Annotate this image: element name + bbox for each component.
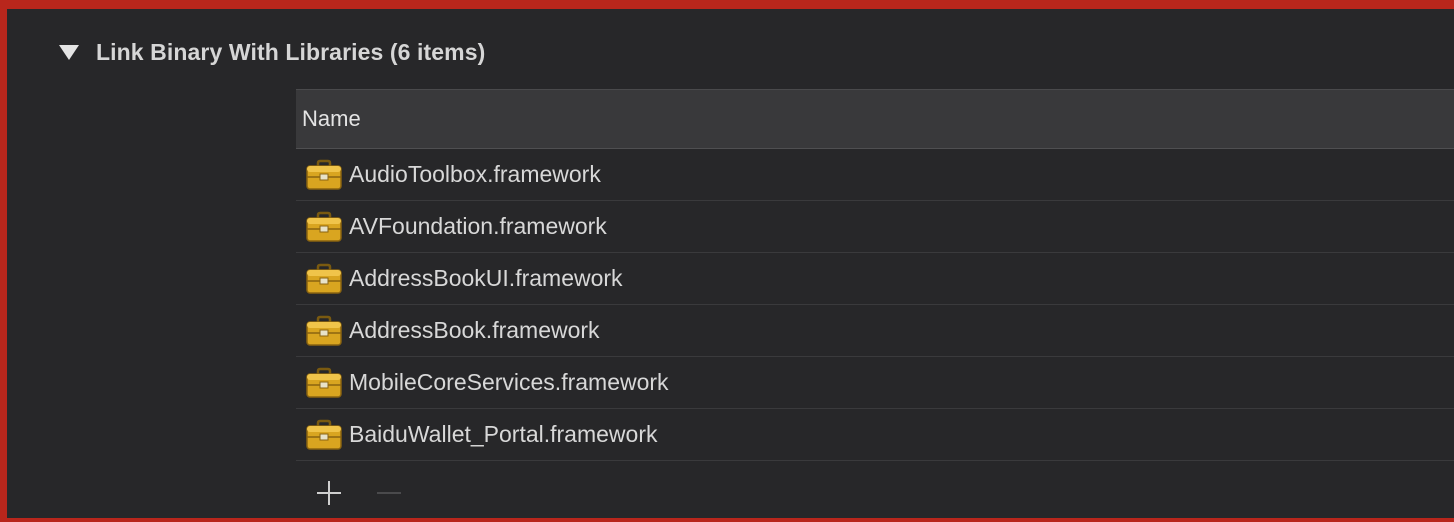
row-label: AVFoundation.framework <box>349 213 607 239</box>
disclosure-triangle-icon[interactable] <box>59 44 79 60</box>
table-toolbar <box>312 476 406 510</box>
framework-toolbox-icon <box>306 419 342 450</box>
framework-toolbox-icon <box>306 367 342 398</box>
link-binary-section-header[interactable]: Link Binary With Libraries (6 items) <box>59 37 485 67</box>
framework-toolbox-icon <box>306 263 342 294</box>
row-label: BaiduWallet_Portal.framework <box>349 421 658 447</box>
table-row[interactable]: AudioToolbox.framework <box>296 149 1454 201</box>
row-label: AddressBook.framework <box>349 317 600 343</box>
table-row[interactable]: AddressBook.framework <box>296 305 1454 357</box>
minus-icon <box>377 492 401 494</box>
framework-toolbox-icon <box>306 315 342 346</box>
row-label: AddressBookUI.framework <box>349 265 623 291</box>
table-row[interactable]: AddressBookUI.framework <box>296 253 1454 305</box>
framework-toolbox-icon <box>306 159 342 190</box>
plus-icon <box>317 481 341 505</box>
remove-library-button[interactable] <box>372 476 406 510</box>
row-label: MobileCoreServices.framework <box>349 369 669 395</box>
section-title: Link Binary With Libraries (6 items) <box>96 38 486 65</box>
framework-toolbox-icon <box>306 211 342 242</box>
table-header: Name <box>296 89 1454 149</box>
add-library-button[interactable] <box>312 476 346 510</box>
table-row[interactable]: BaiduWallet_Portal.framework <box>296 409 1454 461</box>
row-label: AudioToolbox.framework <box>349 161 601 187</box>
table-row[interactable]: MobileCoreServices.framework <box>296 357 1454 409</box>
table-row[interactable]: AVFoundation.framework <box>296 201 1454 253</box>
libraries-table: Name AudioToolbox.framework AVFoundation… <box>296 89 1454 461</box>
column-header-name[interactable]: Name <box>302 106 361 132</box>
